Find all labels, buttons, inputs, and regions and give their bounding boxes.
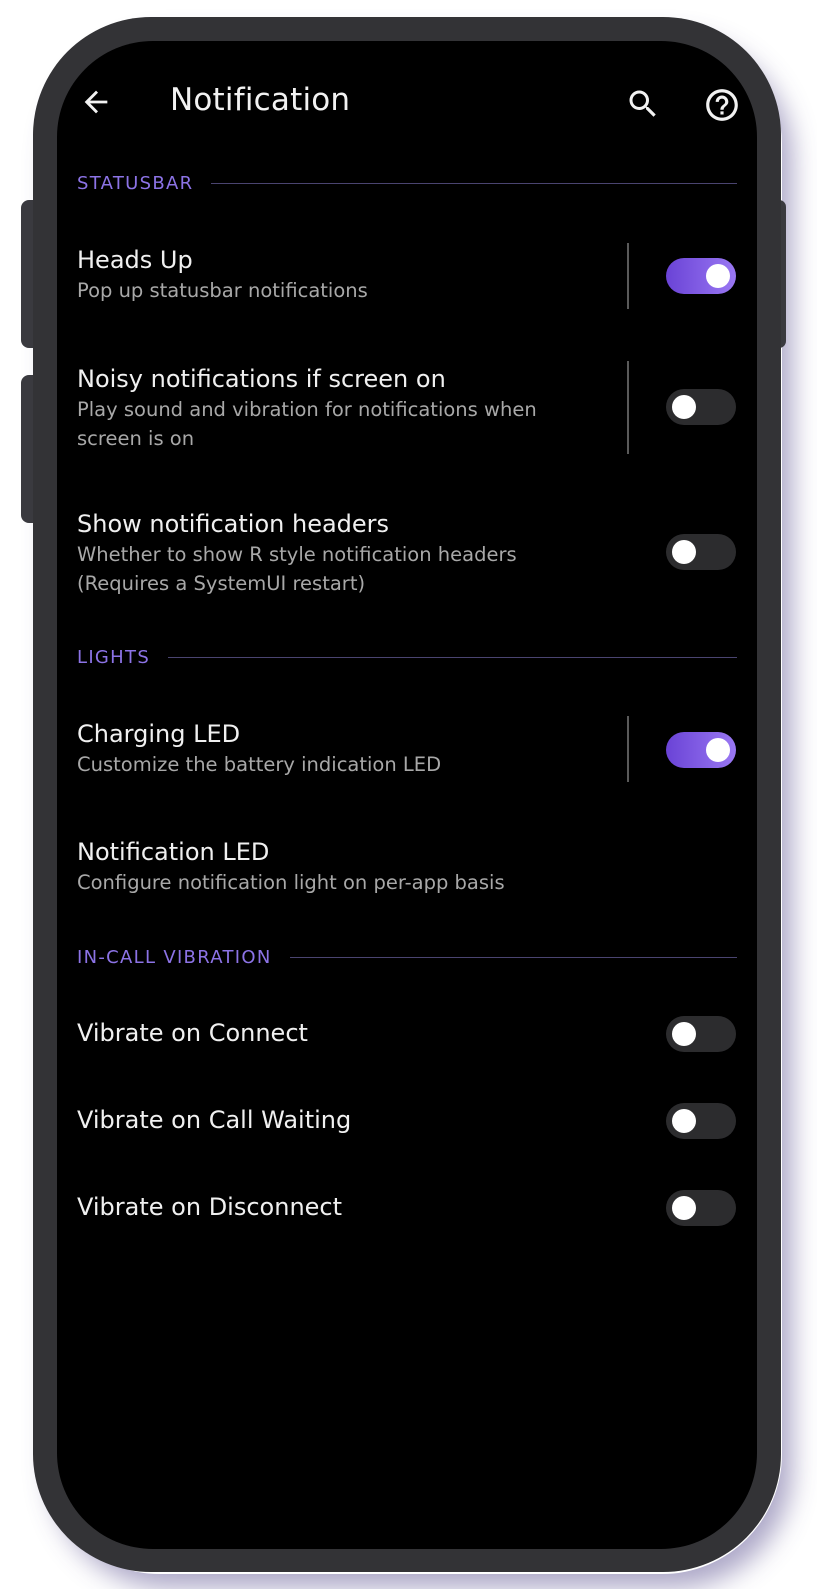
help-circle-icon[interactable] (703, 86, 741, 124)
pref-summary: Configure notification light on per-app … (77, 871, 505, 894)
pref-title: Vibrate on Call Waiting (77, 1106, 352, 1134)
pref-noisy-notifications[interactable]: Noisy notifications if screen on Play so… (77, 363, 737, 453)
toggle-knob (706, 738, 730, 762)
toggle-knob (672, 1022, 696, 1046)
toggle-knob (672, 395, 696, 419)
toggle-vibrate-on-call-waiting[interactable] (666, 1103, 736, 1139)
toggle-show-notification-headers[interactable] (666, 534, 736, 570)
section-title: STATUSBAR (77, 172, 194, 194)
pref-summary: Pop up statusbar notifications (77, 279, 368, 302)
section-title: LIGHTS (77, 646, 151, 668)
toggle-charging-led[interactable] (666, 732, 736, 768)
pref-title: Vibrate on Disconnect (77, 1193, 343, 1221)
pref-vibrate-on-call-waiting[interactable]: Vibrate on Call Waiting (77, 1104, 737, 1136)
toggle-vibrate-on-connect[interactable] (666, 1016, 736, 1052)
toggle-vibrate-on-disconnect[interactable] (666, 1190, 736, 1226)
pref-title: Vibrate on Connect (77, 1019, 308, 1047)
toggle-knob (672, 1109, 696, 1133)
section-title: IN-CALL VIBRATION (77, 946, 272, 968)
pref-title: Heads Up (77, 246, 193, 274)
arrow-left-icon[interactable] (79, 85, 113, 119)
toggle-heads-up[interactable] (666, 258, 736, 294)
toggle-knob (672, 1196, 696, 1220)
pref-summary: Whether to show R style notification hea… (77, 543, 517, 595)
page-title: Notification (170, 82, 351, 118)
pref-title: Noisy notifications if screen on (77, 365, 446, 393)
pref-divider (627, 716, 629, 782)
toggle-knob (706, 264, 730, 288)
pref-vibrate-on-connect[interactable]: Vibrate on Connect (77, 1017, 737, 1049)
search-icon[interactable] (625, 86, 661, 122)
pref-summary: Customize the battery indication LED (77, 753, 442, 776)
pref-title: Notification LED (77, 838, 270, 866)
top-app-bar: Notification (57, 41, 757, 167)
section-header-statusbar: STATUSBAR (77, 168, 737, 198)
toggle-knob (672, 540, 696, 564)
pref-title: Charging LED (77, 720, 241, 748)
stage: Notification STATUSBAR Heads Up Pop up s… (0, 0, 817, 1589)
pref-heads-up[interactable]: Heads Up Pop up statusbar notifications (77, 244, 737, 305)
pref-vibrate-on-disconnect[interactable]: Vibrate on Disconnect (77, 1191, 737, 1223)
pref-divider (627, 243, 629, 309)
section-header-in-call-vibration: IN-CALL VIBRATION (77, 942, 737, 972)
pref-summary: Play sound and vibration for notificatio… (77, 398, 537, 450)
section-divider (168, 656, 737, 658)
pref-show-notification-headers[interactable]: Show notification headers Whether to sho… (77, 508, 737, 598)
pref-charging-led[interactable]: Charging LED Customize the battery indic… (77, 718, 737, 779)
screen: Notification STATUSBAR Heads Up Pop up s… (57, 41, 757, 1549)
section-header-lights: LIGHTS (77, 642, 737, 672)
section-divider (211, 182, 737, 184)
pref-notification-led[interactable]: Notification LED Configure notification … (77, 836, 737, 897)
section-divider (289, 956, 737, 958)
toggle-noisy-notifications[interactable] (666, 389, 736, 425)
pref-divider (627, 361, 629, 454)
pref-title: Show notification headers (77, 510, 390, 538)
